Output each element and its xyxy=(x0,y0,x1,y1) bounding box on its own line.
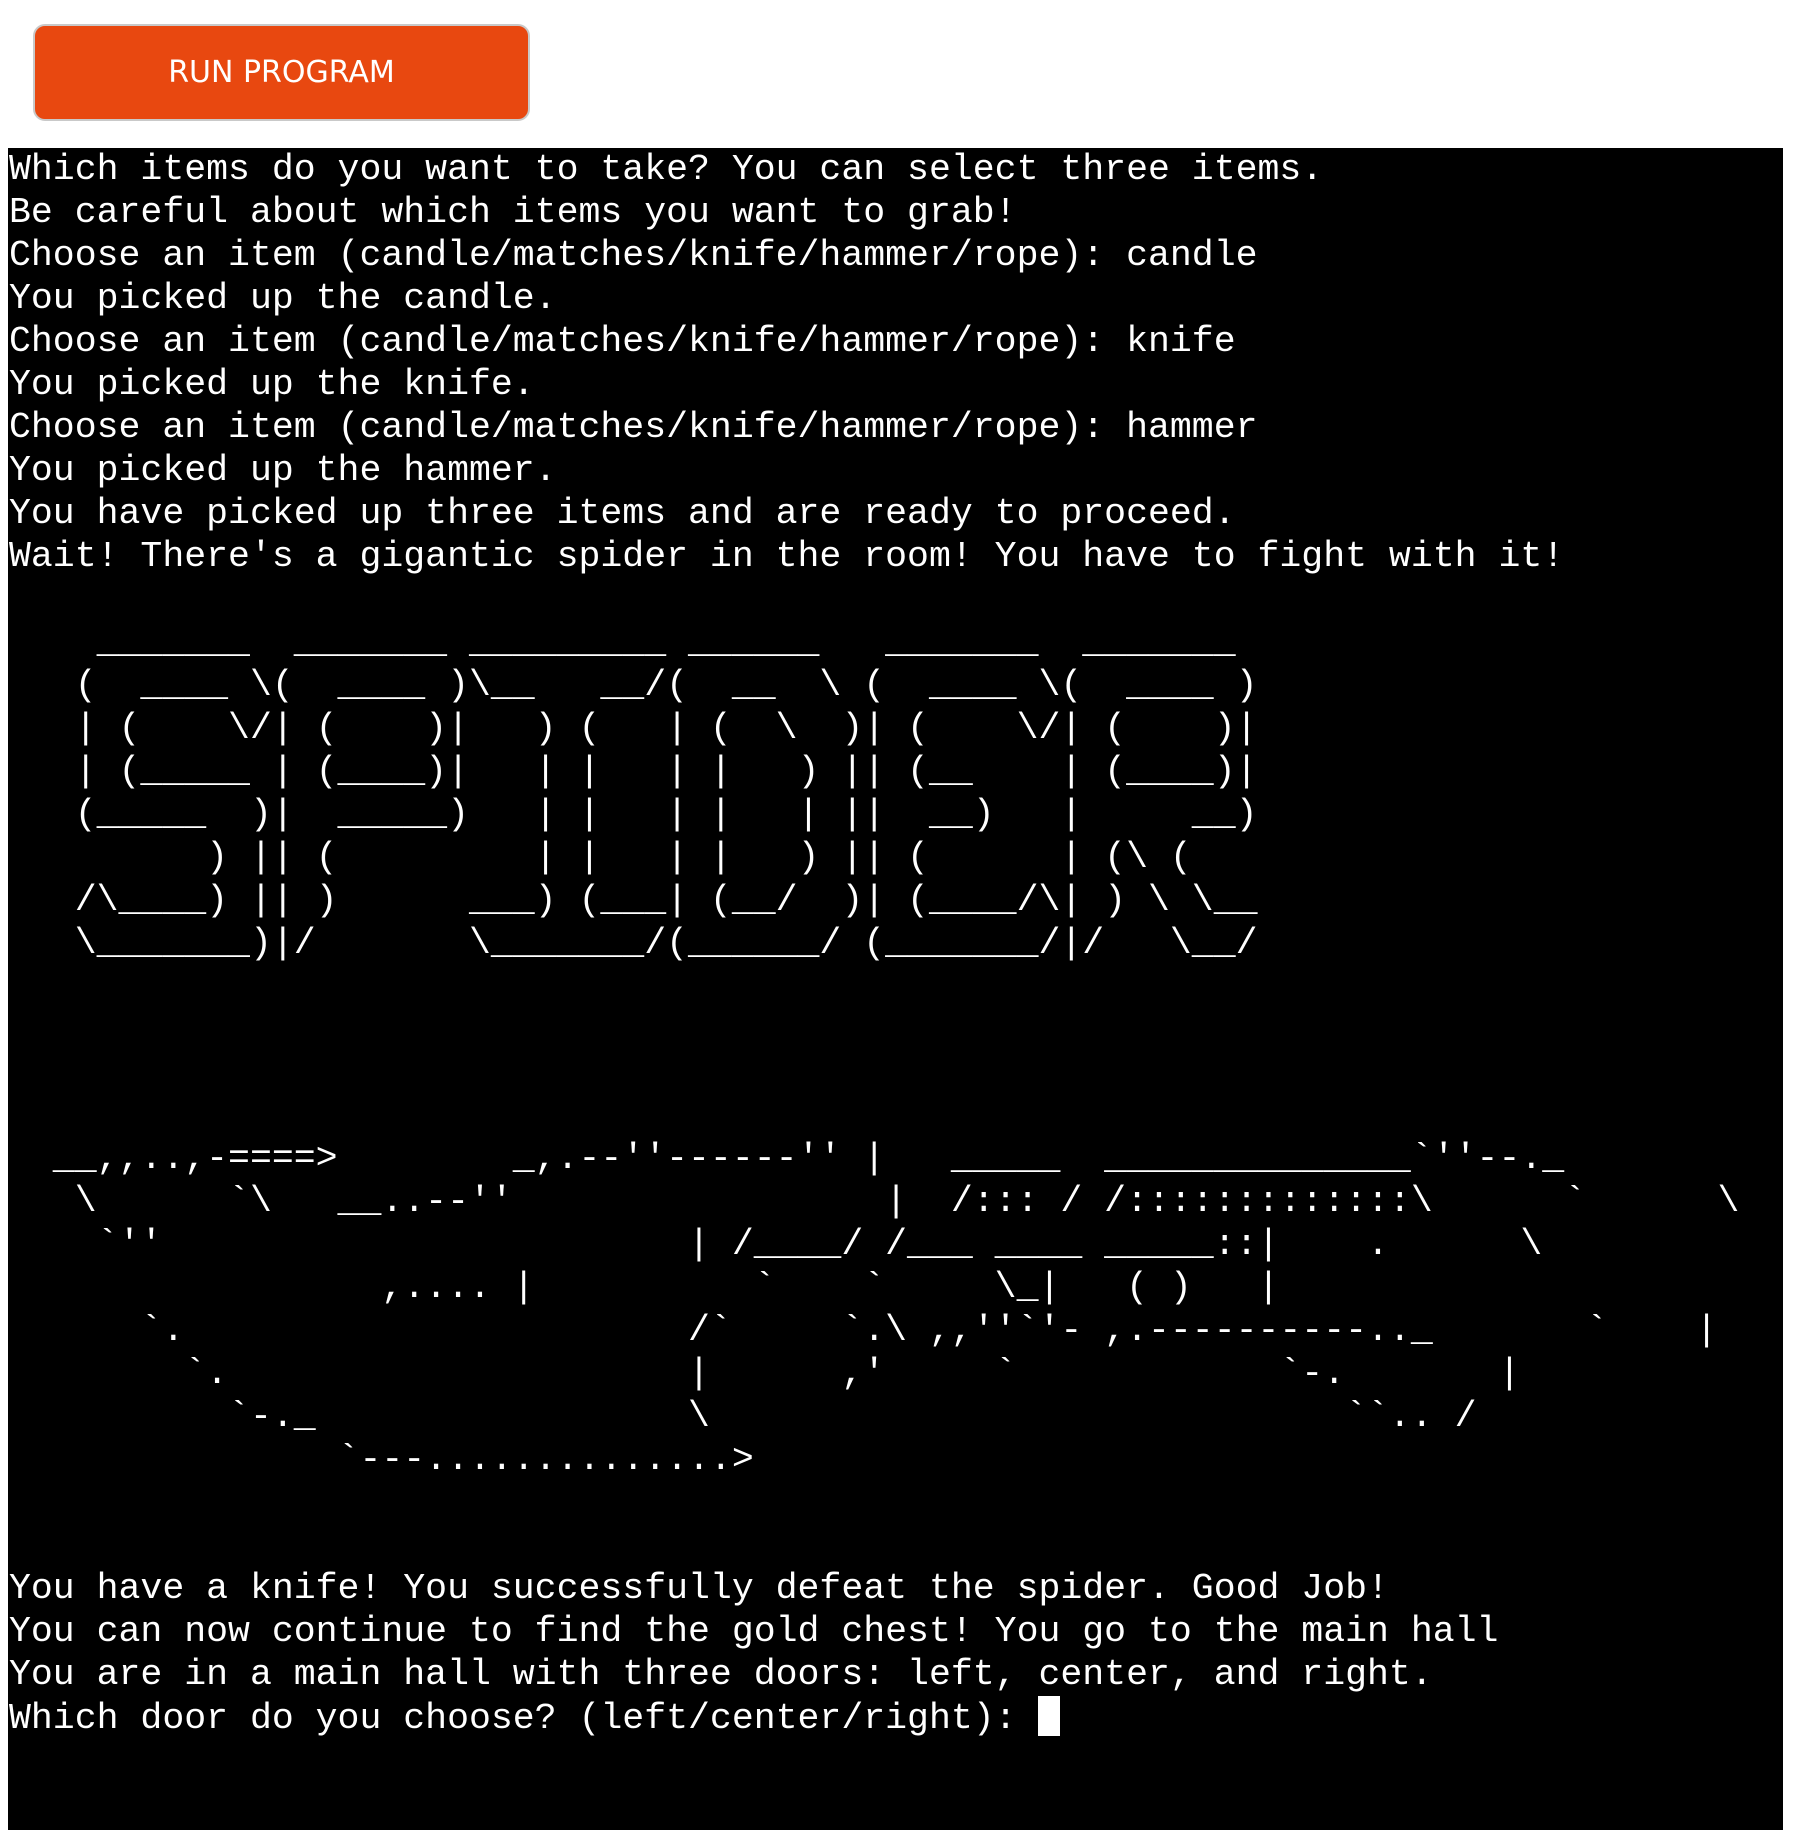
run-program-button[interactable]: RUN PROGRAM xyxy=(33,24,530,121)
terminal-output-area[interactable]: Which items do you want to take? You can… xyxy=(8,148,1783,1830)
terminal-text: Which items do you want to take? You can… xyxy=(9,148,1739,1740)
terminal-cursor[interactable] xyxy=(1038,1696,1061,1736)
terminal-output: Which items do you want to take? You can… xyxy=(9,149,1740,1739)
